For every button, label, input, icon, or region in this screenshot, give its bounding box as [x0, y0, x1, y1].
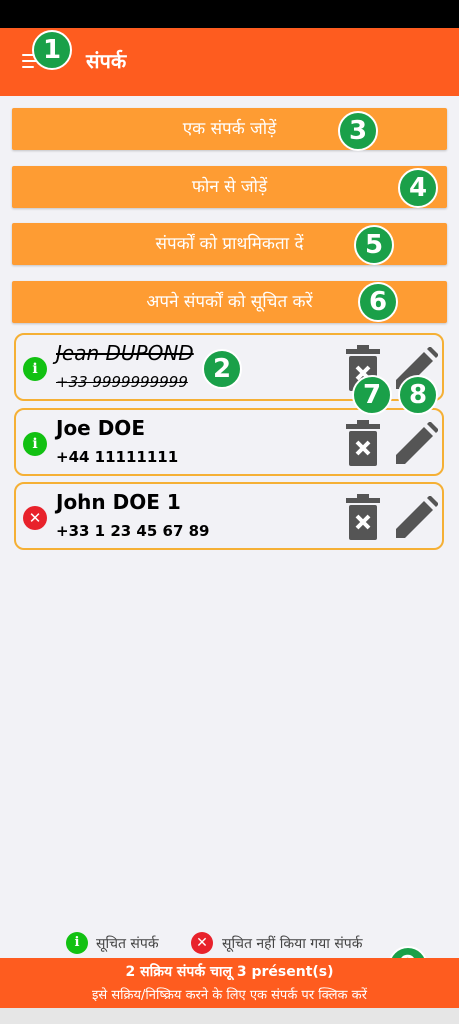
add-contact-button[interactable]: एक संपर्क जोड़ें [12, 108, 447, 150]
annotation-badge: 4 [398, 168, 438, 208]
info-icon: i [23, 357, 47, 381]
trash-delete-icon[interactable] [346, 494, 380, 540]
info-icon: i [66, 932, 88, 954]
annotation-badge: 3 [338, 111, 378, 151]
contact-phone: +44 11111111 [56, 448, 179, 466]
annotation-badge: 5 [354, 225, 394, 265]
info-icon: i [23, 432, 47, 456]
status-footer: 2 सक्रिय संपर्क चालू 3 présent(s) इसे सक… [0, 958, 459, 1008]
page-title: संपर्क [86, 49, 127, 73]
contact-card[interactable]: i Joe DOE +44 11111111 [14, 408, 444, 476]
pencil-edit-icon[interactable] [394, 422, 438, 466]
annotation-badge: 7 [352, 375, 392, 415]
close-icon: ✕ [23, 506, 47, 530]
annotation-badge: 2 [202, 349, 242, 389]
trash-delete-icon[interactable] [346, 420, 380, 466]
contact-phone: +33 9999999999 [56, 373, 188, 391]
legend-informed-label: सूचित संपर्क [96, 936, 159, 952]
contact-name: John DOE 1 [56, 490, 181, 514]
status-bar [0, 0, 459, 28]
pencil-edit-icon[interactable] [394, 496, 438, 540]
annotation-badge: 8 [398, 375, 438, 415]
toggle-hint: इसे सक्रिय/निष्क्रिय करने के लिए एक संपर… [92, 988, 367, 1003]
annotation-badge: 6 [358, 282, 398, 322]
system-nav-bar [0, 1008, 459, 1024]
close-icon: ✕ [191, 932, 213, 954]
contact-phone: +33 1 23 45 67 89 [56, 522, 210, 540]
active-contacts-summary: 2 सक्रिय संपर्क चालू 3 présent(s) [125, 964, 334, 980]
contact-card[interactable]: ✕ John DOE 1 +33 1 23 45 67 89 [14, 482, 444, 550]
legend: i सूचित संपर्क ✕ सूचित नहीं किया गया संप… [0, 930, 459, 956]
contact-name: Joe DOE [56, 416, 145, 440]
annotation-badge: 1 [32, 30, 72, 70]
app-bar [0, 28, 459, 96]
legend-not-informed-label: सूचित नहीं किया गया संपर्क [222, 936, 363, 952]
contact-name: Jean DUPOND [56, 341, 194, 365]
add-from-phone-button[interactable]: फोन से जोड़ें [12, 166, 447, 208]
